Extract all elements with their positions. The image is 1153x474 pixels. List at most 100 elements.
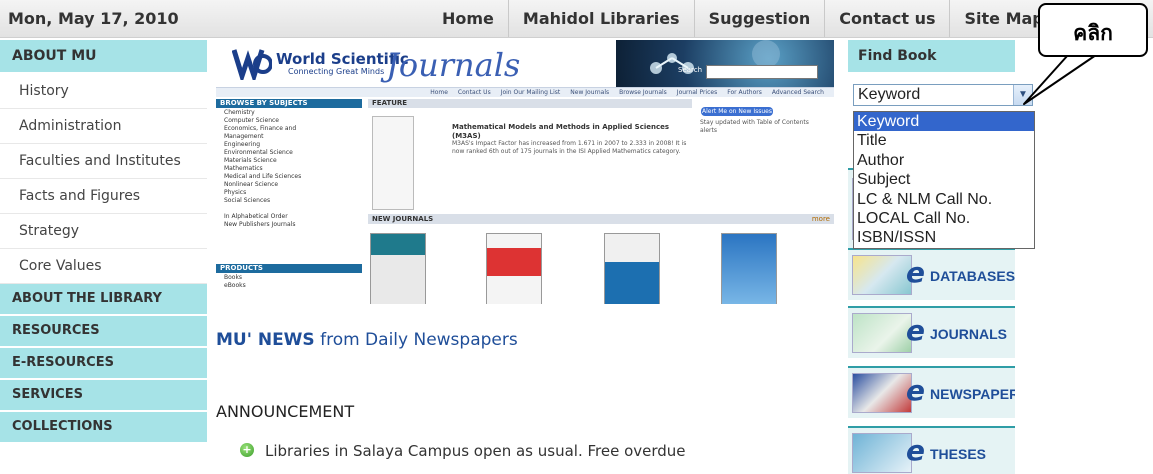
sidebar-section-services[interactable]: SERVICES xyxy=(0,380,207,412)
feature-title[interactable]: Mathematical Models and Methods in Appli… xyxy=(452,123,692,131)
news-heading-bold: MU' NEWS xyxy=(216,330,315,350)
banner-link[interactable]: Browse Journals xyxy=(619,88,667,97)
subject-item[interactable]: Chemistry xyxy=(216,109,358,117)
nav-contact-us[interactable]: Contact us xyxy=(825,0,951,37)
search-type-select[interactable]: Keyword ▼ xyxy=(853,84,1033,106)
promo-banner-databases[interactable]: e DATABASES xyxy=(848,248,1015,300)
select-value: Keyword xyxy=(858,86,921,103)
alert-text: Stay updated with Table of Contents aler… xyxy=(700,119,809,134)
left-sidebar: ABOUT MU History Administration Facultie… xyxy=(0,40,207,444)
subject-spacer xyxy=(216,205,358,213)
subject-item[interactable]: Computer Science xyxy=(216,117,358,125)
subject-item[interactable]: Economics, Finance and xyxy=(216,125,358,133)
subject-item[interactable]: Environmental Science xyxy=(216,149,358,157)
subject-item[interactable]: New Publishers Journals xyxy=(216,221,358,229)
journal-cover[interactable] xyxy=(721,233,777,304)
subject-item[interactable]: Physics xyxy=(216,189,358,197)
molecule-graphic xyxy=(616,40,834,87)
new-journals-header: NEW JOURNALS xyxy=(368,214,834,224)
subject-item[interactable]: Medical and Life Sciences xyxy=(216,173,358,181)
feature-journal-cover[interactable] xyxy=(372,116,414,210)
sidebar-section-collections[interactable]: COLLECTIONS xyxy=(0,412,207,444)
top-bar: Mon, May 17, 2010 Home Mahidol Libraries… xyxy=(0,0,1153,38)
sidebar-item-core-values[interactable]: Core Values xyxy=(0,249,207,284)
news-heading-rest: from Daily Newspapers xyxy=(314,330,518,350)
promo-label: NEWSPAPERS xyxy=(930,386,1015,402)
option-local-call[interactable]: LOCAL Call No. xyxy=(854,209,1034,228)
subject-item[interactable]: Materials Science xyxy=(216,157,358,165)
plus-bullet-icon: + xyxy=(240,443,254,457)
option-keyword[interactable]: Keyword xyxy=(854,112,1034,132)
new-journals-more-link[interactable]: more xyxy=(812,214,830,224)
search-label: Search xyxy=(678,66,703,74)
sidebar-item-history[interactable]: History xyxy=(0,74,207,109)
sidebar-item-strategy[interactable]: Strategy xyxy=(0,214,207,249)
nav-suggestion[interactable]: Suggestion xyxy=(695,0,826,37)
option-isbn-issn[interactable]: ISBN/ISSN xyxy=(854,228,1034,247)
subject-item[interactable]: Engineering xyxy=(216,141,358,149)
newspapers-thumbnail-icon xyxy=(852,373,912,413)
news-heading[interactable]: MU' NEWS from Daily Newspapers xyxy=(216,330,518,350)
option-author[interactable]: Author xyxy=(854,151,1034,170)
banner-link[interactable]: Home xyxy=(430,88,448,97)
promo-banner-journals[interactable]: e JOURNALS xyxy=(848,306,1015,358)
banner-link[interactable]: For Authors xyxy=(727,88,762,97)
feature-header: FEATURE xyxy=(368,99,692,108)
e-letter-icon: e xyxy=(906,314,925,347)
option-subject[interactable]: Subject xyxy=(854,170,1034,189)
e-letter-icon: e xyxy=(906,434,925,467)
alert-me-button[interactable]: Alert Me on New Issues xyxy=(701,107,773,116)
journal-cover[interactable] xyxy=(486,233,542,304)
product-item[interactable]: Books xyxy=(216,274,358,282)
promo-label: THESES xyxy=(930,446,987,462)
right-column: Find Book Keyword ▼ Keyword Title Author… xyxy=(848,40,1035,474)
journals-wordmark: Journals xyxy=(386,46,521,84)
products-list: Books eBooks xyxy=(216,274,358,290)
promo-banner-newspapers[interactable]: e NEWSPAPERS xyxy=(848,366,1015,418)
sidebar-section-e-resources[interactable]: E-RESOURCES xyxy=(0,348,207,380)
announcement-text[interactable]: Libraries in Salaya Campus open as usual… xyxy=(265,442,686,460)
sidebar-header-about-mu[interactable]: ABOUT MU xyxy=(0,40,207,74)
main-content: World Scientific Connecting Great Minds … xyxy=(216,40,834,472)
journals-thumbnail-icon xyxy=(852,313,912,353)
current-date: Mon, May 17, 2010 xyxy=(8,9,179,28)
sidebar-item-faculties[interactable]: Faculties and Institutes xyxy=(0,144,207,179)
banner-link[interactable]: Contact Us xyxy=(458,88,491,97)
e-letter-icon: e xyxy=(906,256,925,289)
product-item[interactable]: eBooks xyxy=(216,282,358,290)
sidebar-item-administration[interactable]: Administration xyxy=(0,109,207,144)
callout-box: คลิก xyxy=(1038,3,1148,57)
promo-label: DATABASES xyxy=(930,268,1015,284)
nav-home[interactable]: Home xyxy=(428,0,509,37)
subject-item[interactable]: Nonlinear Science xyxy=(216,181,358,189)
banner-link[interactable]: New Journals xyxy=(570,88,609,97)
banner-link[interactable]: Journal Prices xyxy=(677,88,717,97)
sidebar-item-facts[interactable]: Facts and Figures xyxy=(0,179,207,214)
promo-banner-theses[interactable]: e THESES xyxy=(848,426,1015,474)
option-title[interactable]: Title xyxy=(854,131,1034,150)
nav-mahidol-libraries[interactable]: Mahidol Libraries xyxy=(509,0,695,37)
feature-text: M3AS's Impact Factor has increased from … xyxy=(452,140,687,155)
subject-item[interactable]: Management xyxy=(216,133,358,141)
banner-link[interactable]: Advanced Search xyxy=(772,88,824,97)
subject-item[interactable]: Social Sciences xyxy=(216,197,358,205)
theses-thumbnail-icon xyxy=(852,433,912,473)
sidebar-section-resources[interactable]: RESOURCES xyxy=(0,316,207,348)
banner-links: Home Contact Us Join Our Mailing List Ne… xyxy=(216,87,834,97)
sidebar-section-about-library[interactable]: ABOUT THE LIBRARY xyxy=(0,284,207,316)
subject-item[interactable]: In Alphabetical Order xyxy=(216,213,358,221)
products-header: PRODUCTS xyxy=(216,264,362,273)
subject-list: Chemistry Computer Science Economics, Fi… xyxy=(216,109,358,229)
search-type-dropdown-list: Keyword Title Author Subject LC & NLM Ca… xyxy=(853,111,1035,249)
subject-item[interactable]: Mathematics xyxy=(216,165,358,173)
journal-cover[interactable] xyxy=(370,233,426,304)
banner-link[interactable]: Join Our Mailing List xyxy=(501,88,561,97)
feature-abbreviation: (M3AS) xyxy=(452,132,481,140)
journal-cover[interactable] xyxy=(604,233,660,304)
banner-search-input[interactable] xyxy=(706,65,818,79)
promo-label: JOURNALS xyxy=(930,326,1008,342)
find-book-header: Find Book xyxy=(848,40,1015,72)
world-scientific-banner[interactable]: World Scientific Connecting Great Minds … xyxy=(216,40,834,304)
option-lc-nlm[interactable]: LC & NLM Call No. xyxy=(854,190,1034,209)
chevron-down-icon[interactable]: ▼ xyxy=(1013,85,1032,105)
